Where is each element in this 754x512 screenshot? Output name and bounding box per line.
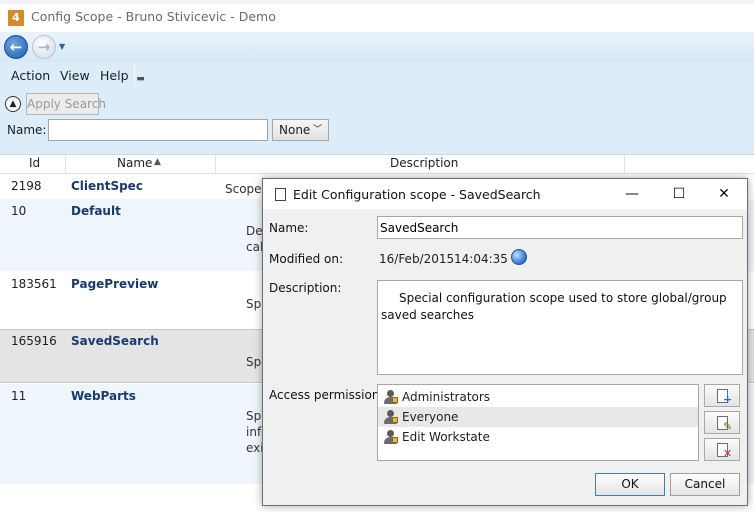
row-id: 2198 <box>11 179 42 193</box>
scope-name-input[interactable] <box>377 216 743 239</box>
row-id: 183561 <box>11 277 57 291</box>
row-name: WebParts <box>71 389 136 403</box>
sort-ascending-icon: ▲ <box>154 157 161 167</box>
menu-view[interactable]: View <box>60 68 90 83</box>
list-item-selected[interactable]: Everyone <box>378 407 698 427</box>
add-permission-button[interactable]: + <box>704 384 740 407</box>
modified-time: 14:04:35 <box>454 252 508 266</box>
permissions-list[interactable]: Administrators Everyone Edit Workstate <box>377 384 699 461</box>
menu-overflow-icon[interactable]: ▬ <box>134 64 146 86</box>
modified-on-label: Modified on: <box>269 252 344 266</box>
forward-arrow-icon[interactable]: → <box>32 35 56 59</box>
close-icon[interactable]: ✕ <box>714 184 734 204</box>
navigation-bar: ← → ▼ <box>0 32 754 62</box>
edit-permission-button[interactable]: ✎ <box>704 411 740 434</box>
app-icon: 4 <box>8 10 24 26</box>
row-name: PagePreview <box>71 277 159 291</box>
permission-label: Everyone <box>402 410 459 424</box>
chevron-down-icon: ﹀ <box>312 125 322 135</box>
modified-date: 16/Feb/2015 <box>379 252 455 266</box>
column-header-name[interactable]: Name <box>117 156 152 170</box>
user-group-icon <box>384 430 398 444</box>
menu-action[interactable]: Action <box>11 68 50 83</box>
filter-mode-value: None <box>279 123 311 137</box>
apply-search-button[interactable]: Apply Search <box>26 93 106 115</box>
user-group-icon <box>384 390 398 404</box>
description-text: Special configuration scope used to stor… <box>381 291 727 322</box>
row-name: Default <box>71 204 121 218</box>
grid-header <box>0 154 754 174</box>
collapse-chevron-up-icon[interactable]: ▲ <box>5 96 21 112</box>
description-textarea[interactable]: Special configuration scope used to stor… <box>377 280 743 375</box>
maximize-icon[interactable]: ☐ <box>669 184 689 204</box>
back-arrow-icon[interactable]: ← <box>4 35 28 59</box>
name-filter-label: Name: <box>7 123 47 137</box>
column-separator[interactable] <box>65 155 66 173</box>
row-name: ClientSpec <box>71 179 143 193</box>
row-description: Scope <box>225 182 262 196</box>
row-id: 10 <box>11 204 27 218</box>
menu-help[interactable]: Help <box>100 68 129 83</box>
column-header-id[interactable]: Id <box>29 156 40 170</box>
description-label: Description: <box>269 281 342 295</box>
document-icon <box>275 188 286 201</box>
filter-mode-select[interactable]: None ﹀ <box>272 119 329 141</box>
minimize-icon[interactable]: — <box>622 184 642 204</box>
list-item[interactable]: Edit Workstate <box>378 427 698 447</box>
permission-label: Administrators <box>402 390 491 404</box>
dialog-titlebar: Edit Configuration scope - SavedSearch —… <box>263 179 747 209</box>
column-separator[interactable] <box>215 155 216 173</box>
permission-label: Edit Workstate <box>402 430 490 444</box>
window-title: Config Scope - Bruno Stivicevic - Demo <box>31 9 276 24</box>
dialog-title: Edit Configuration scope - SavedSearch <box>293 187 541 202</box>
row-id: 11 <box>11 389 27 403</box>
list-item[interactable]: Administrators <box>378 387 698 407</box>
column-separator[interactable] <box>624 155 625 173</box>
row-name: SavedSearch <box>71 334 159 348</box>
window-titlebar: 4 Config Scope - Bruno Stivicevic - Demo <box>0 4 754 32</box>
user-group-icon <box>384 410 398 424</box>
edit-configuration-dialog: Edit Configuration scope - SavedSearch —… <box>262 178 748 506</box>
cancel-button[interactable]: Cancel <box>670 473 740 496</box>
nav-history-dropdown-icon[interactable]: ▼ <box>59 42 65 51</box>
access-permissions-label: Access permissions: <box>269 388 390 402</box>
name-label: Name: <box>269 221 309 235</box>
name-filter-input[interactable] <box>48 119 268 141</box>
delete-permission-button[interactable]: ✕ <box>704 438 740 461</box>
row-id: 165916 <box>11 334 57 348</box>
globe-icon[interactable] <box>511 249 527 265</box>
column-header-description[interactable]: Description <box>390 156 458 170</box>
ok-button[interactable]: OK <box>595 473 665 496</box>
